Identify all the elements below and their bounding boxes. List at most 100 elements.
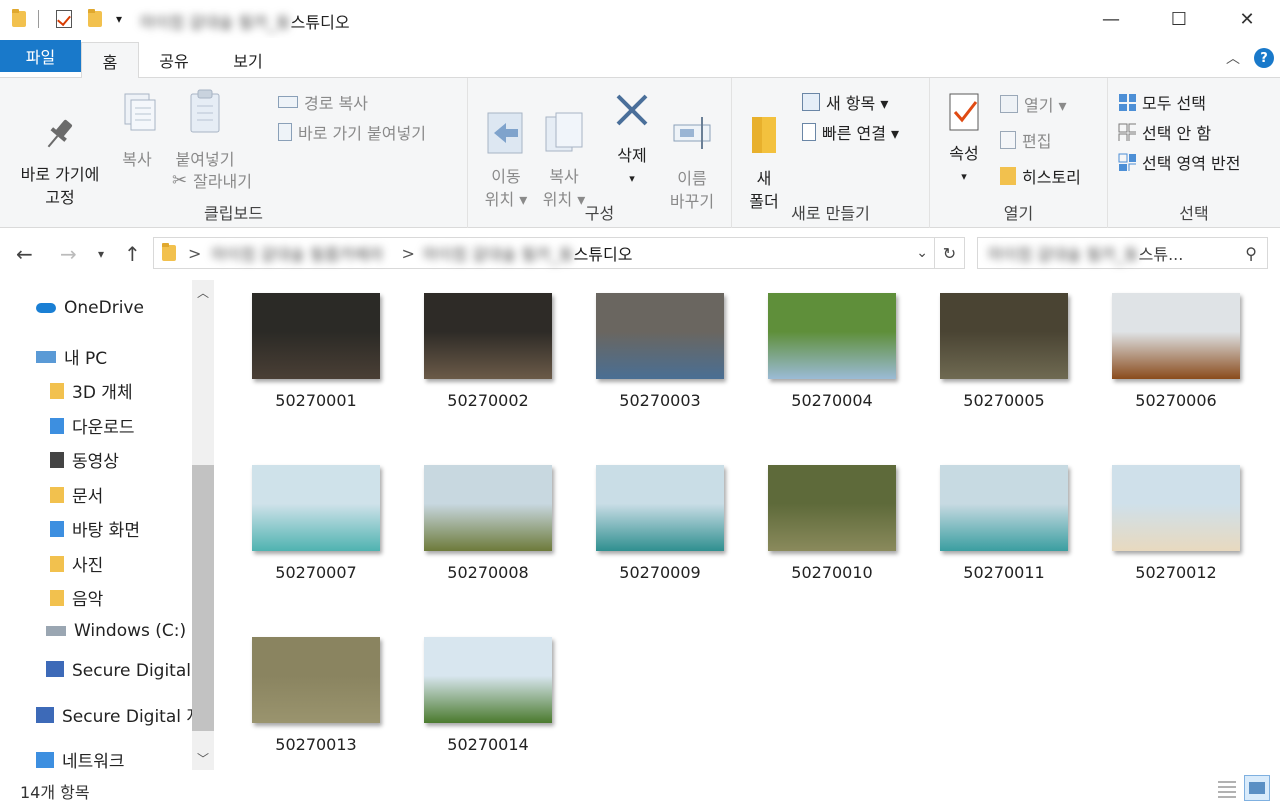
file-thumbnail[interactable]: [252, 293, 380, 379]
search-input[interactable]: 마이컴 갈대숲 필카_동 스튜... ⚲: [977, 237, 1268, 269]
file-tile[interactable]: 50270009: [585, 465, 735, 582]
address-history-chevron-icon[interactable]: ⌄: [916, 245, 928, 261]
file-name[interactable]: 50270001: [241, 391, 391, 410]
scroll-up-icon[interactable]: ︿: [192, 282, 214, 302]
file-thumbnail[interactable]: [252, 637, 380, 723]
nav-item-downloads[interactable]: 다운로드: [50, 413, 135, 438]
file-thumbnail[interactable]: [768, 465, 896, 551]
file-name[interactable]: 50270011: [929, 563, 1079, 582]
tab-file[interactable]: 파일: [0, 40, 81, 72]
file-thumbnail[interactable]: [940, 293, 1068, 379]
scroll-thumb[interactable]: [192, 465, 214, 731]
file-thumbnail[interactable]: [424, 293, 552, 379]
close-button[interactable]: ✕: [1224, 0, 1270, 38]
file-name[interactable]: 50270008: [413, 563, 563, 582]
file-name[interactable]: 50270004: [757, 391, 907, 410]
new-item-button[interactable]: 새 항목 ▾: [802, 90, 888, 114]
nav-item-documents[interactable]: 문서: [50, 482, 103, 507]
nav-item-desktop[interactable]: 바탕 화면: [50, 516, 140, 541]
nav-scrollbar[interactable]: ︿ ﹀: [192, 280, 214, 770]
file-tile[interactable]: 50270001: [241, 293, 391, 410]
file-name[interactable]: 50270005: [929, 391, 1079, 410]
nav-item-pictures[interactable]: 사진: [50, 551, 103, 576]
file-tile[interactable]: 50270013: [241, 637, 391, 754]
minimize-button[interactable]: —: [1088, 0, 1134, 38]
file-tile[interactable]: 50270007: [241, 465, 391, 582]
file-tile[interactable]: 50270006: [1101, 293, 1251, 410]
up-arrow-icon[interactable]: ↑: [124, 242, 141, 266]
breadcrumb-separator[interactable]: >: [188, 244, 201, 263]
nav-item-secure-digital-1[interactable]: Secure Digital 저: [46, 656, 212, 681]
help-icon[interactable]: ?: [1254, 48, 1274, 68]
nav-item-this-pc[interactable]: 내 PC: [36, 344, 107, 369]
open-button[interactable]: 열기 ▾: [1000, 92, 1067, 116]
delete-dropdown-arrow[interactable]: ▾: [604, 167, 660, 190]
details-view-icon[interactable]: [1214, 775, 1240, 801]
back-arrow-icon[interactable]: ←: [16, 242, 33, 266]
file-tile[interactable]: 50270003: [585, 293, 735, 410]
select-all-button[interactable]: 모두 선택: [1118, 90, 1206, 114]
collapse-ribbon-icon[interactable]: ︿: [1226, 48, 1240, 68]
file-name[interactable]: 50270013: [241, 735, 391, 754]
properties-button[interactable]: 속성 ▾: [938, 90, 990, 188]
tab-home[interactable]: 홈: [81, 42, 139, 79]
select-none-button[interactable]: 선택 안 함: [1118, 120, 1211, 144]
file-tile[interactable]: 50270002: [413, 293, 563, 410]
nav-item-music[interactable]: 음악: [50, 585, 103, 610]
recent-locations-chevron-icon[interactable]: ▾: [98, 247, 104, 261]
maximize-button[interactable]: ☐: [1156, 0, 1202, 38]
scroll-down-icon[interactable]: ﹀: [192, 748, 214, 768]
file-tile[interactable]: 50270005: [929, 293, 1079, 410]
file-name[interactable]: 50270009: [585, 563, 735, 582]
file-name[interactable]: 50270014: [413, 735, 563, 754]
tab-view[interactable]: 보기: [219, 42, 277, 78]
file-tile[interactable]: 50270012: [1101, 465, 1251, 582]
breadcrumb-parent[interactable]: 마이컴 갈대숲 필름카메라: [211, 241, 383, 265]
file-name[interactable]: 50270006: [1101, 391, 1251, 410]
properties-dropdown-arrow[interactable]: ▾: [938, 165, 990, 188]
refresh-icon[interactable]: ↻: [934, 238, 964, 268]
nav-item-onedrive[interactable]: OneDrive: [36, 298, 144, 318]
nav-item-network[interactable]: 네트워크: [36, 747, 125, 770]
file-name[interactable]: 50270002: [413, 391, 563, 410]
nav-item-windows-c[interactable]: Windows (C:): [46, 621, 186, 641]
file-thumbnail[interactable]: [252, 465, 380, 551]
copy-button[interactable]: 복사: [112, 90, 162, 171]
easy-access-button[interactable]: 빠른 연결 ▾: [802, 120, 899, 144]
search-icon[interactable]: ⚲: [1245, 244, 1257, 263]
properties-check-icon[interactable]: [56, 8, 72, 30]
breadcrumb-current-blurred[interactable]: 마이컴 갈대숲 필카_동: [423, 241, 574, 265]
quick-access-folder-icon[interactable]: [12, 8, 26, 30]
file-thumbnail[interactable]: [424, 637, 552, 723]
file-tile[interactable]: 50270011: [929, 465, 1079, 582]
file-name[interactable]: 50270012: [1101, 563, 1251, 582]
file-thumbnail[interactable]: [940, 465, 1068, 551]
large-icons-view-icon[interactable]: [1244, 775, 1270, 801]
cut-button[interactable]: ✂ 잘라내기: [172, 168, 252, 192]
file-tile[interactable]: 50270010: [757, 465, 907, 582]
file-name[interactable]: 50270007: [241, 563, 391, 582]
customize-quick-access-icon[interactable]: ▾: [116, 8, 122, 30]
file-tile[interactable]: 50270008: [413, 465, 563, 582]
paste-shortcut-button[interactable]: 바로 가기 붙여넣기: [278, 120, 426, 144]
edit-button[interactable]: 편집: [1000, 128, 1051, 152]
file-thumbnail[interactable]: [1112, 293, 1240, 379]
file-name[interactable]: 50270010: [757, 563, 907, 582]
file-name[interactable]: 50270003: [585, 391, 735, 410]
breadcrumb-separator-2[interactable]: >: [402, 244, 415, 263]
invert-selection-button[interactable]: 선택 영역 반전: [1118, 150, 1241, 174]
file-thumbnail[interactable]: [424, 465, 552, 551]
address-bar[interactable]: > 마이컴 갈대숲 필름카메라 > 마이컴 갈대숲 필카_동 스튜디오 ⌄ ↻: [153, 237, 965, 269]
file-tile[interactable]: 50270014: [413, 637, 563, 754]
nav-item-3d-objects[interactable]: 3D 개체: [50, 378, 133, 403]
forward-arrow-icon[interactable]: →: [60, 242, 77, 266]
breadcrumb-current-tail[interactable]: 스튜디오: [574, 241, 633, 265]
nav-item-secure-digital-2[interactable]: Secure Digital 저: [36, 702, 202, 727]
copy-path-button[interactable]: 경로 복사: [278, 90, 368, 114]
file-thumbnail[interactable]: [596, 465, 724, 551]
file-thumbnail[interactable]: [768, 293, 896, 379]
file-thumbnail[interactable]: [1112, 465, 1240, 551]
file-tile[interactable]: 50270004: [757, 293, 907, 410]
history-button[interactable]: 히스토리: [1000, 164, 1081, 188]
tab-share[interactable]: 공유: [145, 42, 203, 78]
